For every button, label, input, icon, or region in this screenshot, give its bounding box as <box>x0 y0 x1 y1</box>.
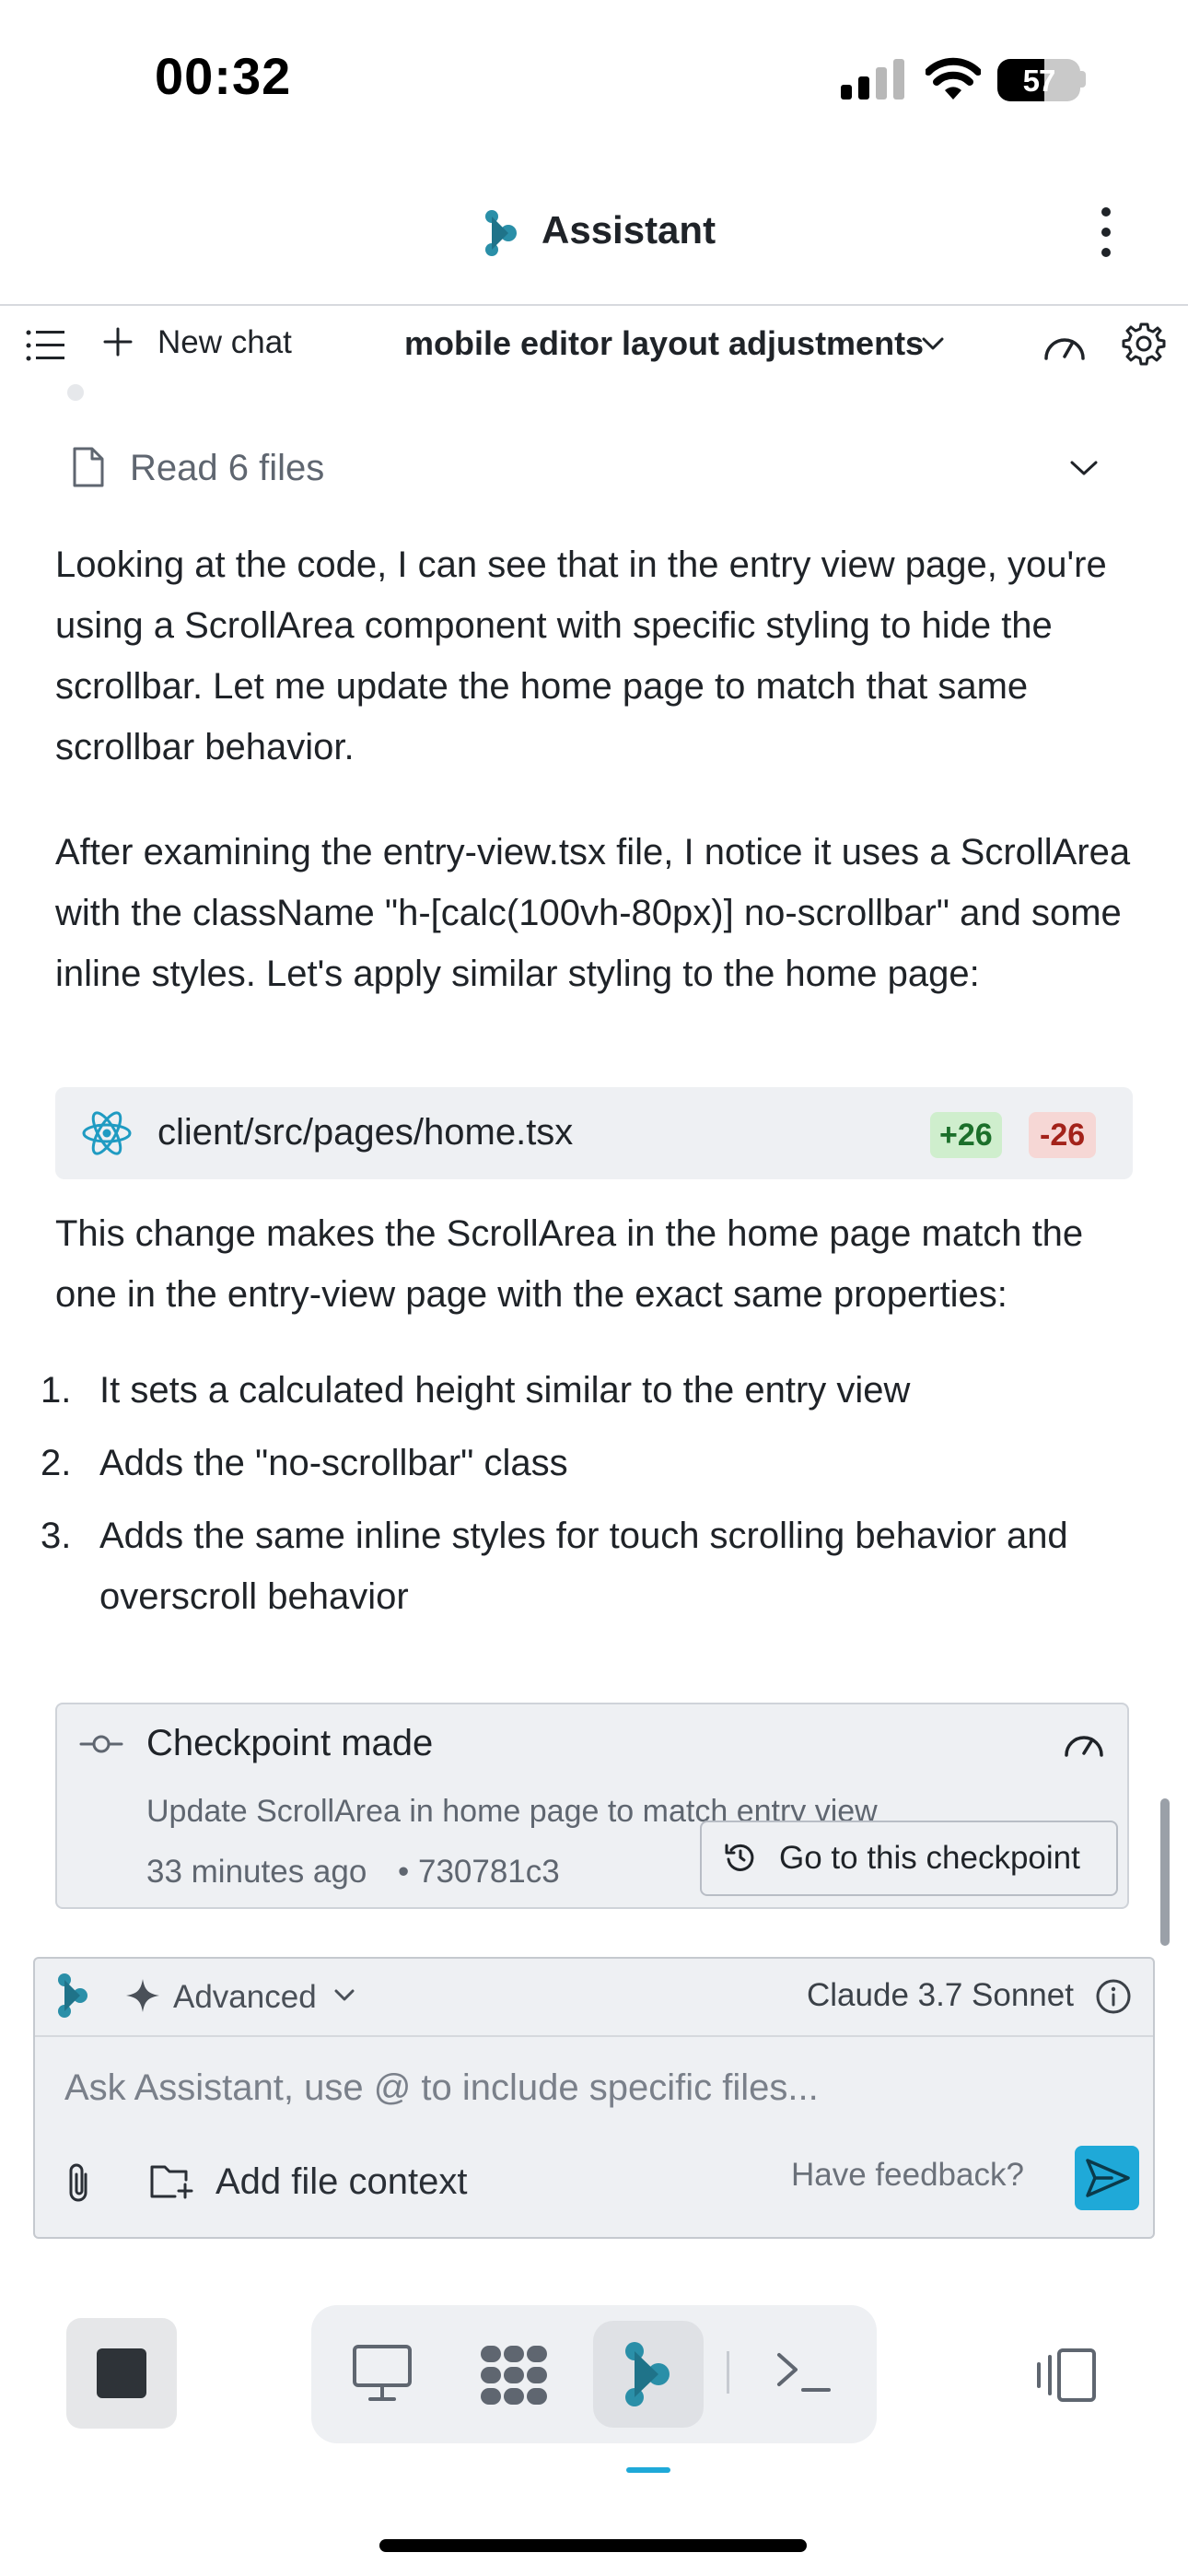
chat-title-dropdown[interactable]: mobile editor layout adjustments <box>404 324 924 363</box>
send-button[interactable] <box>1075 2146 1139 2210</box>
assistant-tab-icon[interactable] <box>624 2340 670 2408</box>
list-item: Adds the "no-scrollbar" class <box>99 1443 568 1483</box>
chat-history-icon[interactable] <box>26 329 64 362</box>
battery-nub <box>1080 71 1086 88</box>
cellular-signal-icon <box>841 59 904 100</box>
restore-icon <box>725 1844 754 1871</box>
assistant-message-paragraph: After examining the entry-view.tsx file,… <box>55 832 1131 994</box>
lines-removed-badge: -26 <box>1029 1112 1097 1158</box>
chevron-down-icon[interactable] <box>333 1988 355 2003</box>
list-item: Adds the same inline styles for touch sc… <box>99 1516 1068 1617</box>
more-options-icon[interactable] <box>1089 205 1123 260</box>
gauge-icon[interactable] <box>1063 1727 1105 1759</box>
send-icon <box>1086 2159 1130 2197</box>
header-title: Assistant <box>542 208 716 252</box>
file-path: client/src/pages/home.tsx <box>157 1112 574 1153</box>
status-time: 00:32 <box>155 47 292 105</box>
new-chat-button[interactable]: New chat <box>157 324 292 361</box>
list-item: It sets a calculated height similar to t… <box>99 1370 911 1411</box>
commit-icon <box>79 1735 123 1753</box>
workspace-tab-icon[interactable] <box>479 2344 549 2406</box>
header-divider <box>0 304 1188 306</box>
chevron-down-icon[interactable] <box>921 335 945 352</box>
webview-tab-icon[interactable] <box>352 2344 413 2403</box>
lines-added-badge: +26 <box>930 1112 1002 1158</box>
list-item-number: 1. <box>41 1370 72 1411</box>
active-tab-indicator <box>626 2467 670 2473</box>
checkpoint-hash: • 730781c3 <box>398 1854 560 1890</box>
react-icon <box>82 1111 132 1155</box>
assistant-logo-icon <box>58 1973 87 2018</box>
list-item-number: 2. <box>41 1443 72 1483</box>
stop-icon <box>97 2348 146 2398</box>
add-file-context-button[interactable]: Add file context <box>215 2161 468 2203</box>
read-files-summary[interactable]: Read 6 files <box>130 448 324 489</box>
mode-selector[interactable]: Advanced <box>173 1979 317 2016</box>
assistant-message-paragraph: Looking at the code, I can see that in t… <box>55 544 1107 767</box>
home-indicator[interactable] <box>379 2539 807 2552</box>
info-icon[interactable] <box>1095 1978 1132 2015</box>
battery-icon: 57 <box>997 59 1080 101</box>
assistant-message-paragraph: This change makes the ScrollArea in the … <box>55 1213 1084 1315</box>
message-input[interactable]: Ask Assistant, use @ to include specific… <box>64 2067 819 2109</box>
timeline-dot <box>67 384 84 401</box>
assistant-logo-icon <box>485 210 517 256</box>
tab-divider <box>727 2351 729 2394</box>
model-name[interactable]: Claude 3.7 Sonnet <box>807 1977 1074 2014</box>
chevron-down-icon[interactable] <box>1069 459 1099 477</box>
plus-icon[interactable] <box>103 327 133 357</box>
panel-toggle-icon[interactable] <box>1033 2348 1098 2403</box>
feedback-link[interactable]: Have feedback? <box>791 2157 1024 2194</box>
composer-divider <box>35 2035 1153 2037</box>
file-icon <box>73 447 104 487</box>
scrollbar-thumb[interactable] <box>1160 1798 1170 1946</box>
wifi-icon <box>926 57 981 100</box>
terminal-tab-icon[interactable] <box>775 2349 831 2394</box>
folder-add-icon[interactable] <box>149 2161 193 2200</box>
go-to-checkpoint-label[interactable]: Go to this checkpoint <box>779 1840 1080 1877</box>
paperclip-icon[interactable] <box>61 2161 98 2206</box>
sparkle-icon[interactable] <box>124 1977 161 2014</box>
gauge-icon[interactable] <box>1042 329 1088 362</box>
checkpoint-time: 33 minutes ago <box>146 1854 367 1890</box>
battery-percentage: 57 <box>1022 64 1056 98</box>
checkpoint-title: Checkpoint made <box>146 1723 434 1763</box>
list-item-number: 3. <box>41 1516 72 1556</box>
gear-icon[interactable] <box>1122 322 1166 366</box>
